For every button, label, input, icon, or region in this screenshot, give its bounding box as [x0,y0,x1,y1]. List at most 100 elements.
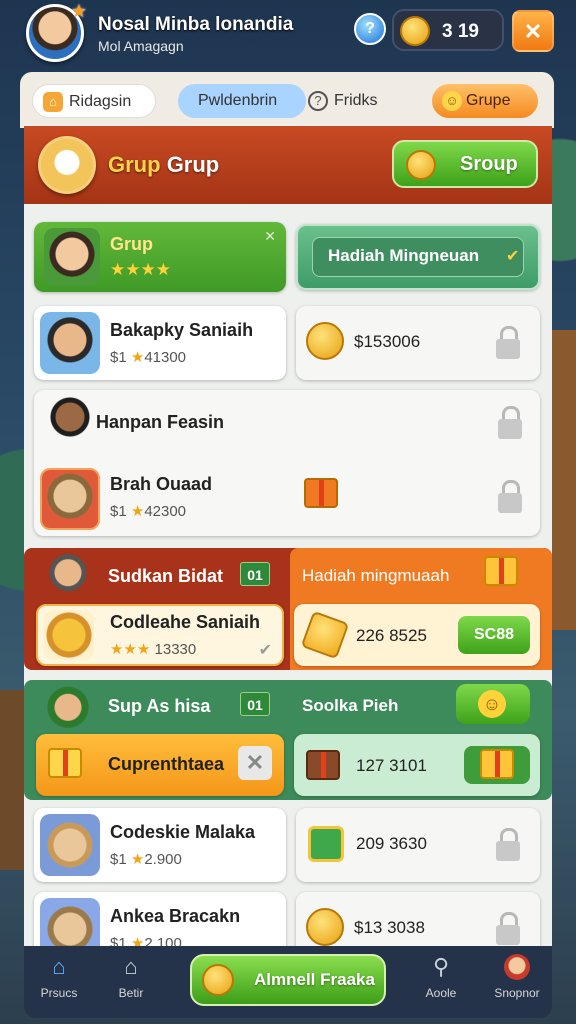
score-prefix: $1 [110,503,131,520]
tab-strip: ⌂ Ridagsin Pwldenbrin ? Fridks ☺ Grupe [20,72,554,128]
avatar [40,468,100,530]
reward-amount: $153006 [354,332,421,351]
tab-fridks[interactable]: ? Fridks [298,84,408,118]
coin-icon [306,322,344,360]
tab-label: Grupe [466,92,511,109]
avatar [48,396,92,446]
reward-amount: 209 3630 [356,834,427,853]
tab-grupe[interactable]: ☺ Grupe [432,84,538,118]
claim-button[interactable]: SC88 [458,616,530,654]
gift-icon [480,749,514,779]
star-icon: ★ [130,851,145,868]
coin-count: 3 19 [442,21,479,42]
star-icon: ★ [130,935,145,946]
settings-button[interactable]: ✕ [512,10,554,52]
player-card[interactable]: Codleahe Saniaih ★★★ 13330 ✔ [36,604,284,666]
leaderboard-panel: Grup Grup Sroup Grup ★★★★ ✕ Hadiah Mingn… [24,124,552,946]
lock-icon [496,828,520,862]
nav-label: Prsucs [40,986,78,1000]
avatar [40,898,100,946]
reward-card[interactable]: $153006 [296,306,540,380]
weekly-reward-label: Hadiah mingmuaah [302,566,450,585]
tab-label: Fridks [334,92,378,109]
top-bar: ★ Nosal Minba lonandia Mol Amagagn ? 3 1… [0,0,576,62]
player-score: $1 ★42300 [110,502,186,520]
coin-counter[interactable]: 3 19 [392,9,504,51]
avatar [44,228,100,286]
player-subtitle: Mol Amagagn [98,38,184,54]
gift-button[interactable] [464,746,530,784]
player-card[interactable]: Cuprenthtaea ✕ [36,734,284,796]
player-score: $1 ★2.900 [110,850,182,868]
player-avatar[interactable]: ★ [26,1,87,62]
reward-amount: $13 3038 [354,918,425,937]
avatar [40,312,100,374]
player-name: Codleahe Saniaih [110,612,261,632]
player-card[interactable]: Codeskie Malaka $1 ★2.900 [34,808,286,882]
rank-badge: 01 [240,692,270,716]
player-name: Sudkan Bidat [108,566,224,586]
gift-icon[interactable] [484,556,518,586]
main-action-button[interactable]: Almnell Fraaka [190,954,386,1006]
group-button[interactable]: Sroup [392,140,538,188]
info-icon: ? [308,91,328,111]
star-icon: ★ [130,503,145,520]
gem-icon[interactable]: ? [354,13,386,45]
lock-icon [496,326,520,360]
star-icon: ★ [70,1,87,21]
emoji-button[interactable]: ☺ [456,684,530,724]
player-group-card[interactable]: Hanpan Feasin Brah Ouaad $1 ★42300 [34,390,540,536]
nav-profile[interactable]: Snopnor [482,954,552,1000]
player-name: Codeskie Malaka [110,822,256,842]
lock-icon [496,912,520,946]
score-value: 2.100 [144,935,182,946]
group-emblem-icon [38,136,96,194]
player-score: $1 ★2.100 [110,934,182,946]
panel-title: Grup Grup [108,152,219,178]
reward-card[interactable]: 209 3630 [296,808,540,882]
player-name: Cuprenthtaea [108,754,225,774]
tab-ridagsin[interactable]: ⌂ Ridagsin [32,84,156,118]
player-name: Ankea Bracakn [110,906,241,926]
tab-pwldenbrin[interactable]: Pwldenbrin [178,84,306,118]
player-name: Bakapky Saniaih [110,320,254,340]
player-name: Brah Ouaad [110,474,213,494]
smiley-icon: ☺ [478,690,506,718]
group-name: Grup [110,234,153,254]
chest-icon [306,750,340,780]
weekly-reward-label: Hadiah Mingneuan [328,246,480,265]
score-value: 42300 [144,503,187,520]
score-prefix: $1 [110,935,131,946]
tools-icon: ✕ [523,19,543,44]
reward-card[interactable]: 226 8525 SC88 [294,604,540,666]
close-icon[interactable]: ✕ [238,746,272,780]
reward-card[interactable]: 127 3101 [294,734,540,796]
badge-icon [300,610,350,660]
score-value: 2.900 [144,851,182,868]
player-score: ★★★ 13330 [110,640,196,658]
player-name: Hanpan Feasin [96,412,225,432]
close-icon[interactable]: ✕ [264,228,276,245]
reward-card[interactable]: $13 3038 [296,892,540,946]
profile-avatar-icon [504,954,530,980]
trophy-icon [44,610,94,660]
score-value: 13330 [154,641,197,658]
weekly-reward-card[interactable]: Hadiah Mingneuan ✔ [296,224,540,290]
group-button-label: Sroup [460,153,518,175]
reward-amount: 226 8525 [356,626,427,645]
player-card[interactable]: Bakapky Saniaih $1 ★41300 [34,306,286,380]
rank-badge: 01 [240,562,270,586]
nav-shop[interactable]: ⌂ Betir [96,954,166,1000]
player-card[interactable]: Ankea Bracakn $1 ★2.100 [34,892,286,946]
nav-home[interactable]: ⌂ Prsucs [24,954,94,1000]
rating-stars: ★★★ [110,641,151,658]
coin-icon [202,964,234,996]
nav-search[interactable]: ⚲ Aoole [406,954,476,1000]
nav-label: Aoole [425,986,457,1000]
gift-icon [48,748,82,778]
house-icon: ⌂ [124,954,138,979]
nav-label: Snopnor [494,986,540,1000]
home-icon: ⌂ [43,92,63,112]
title-part: Grup [166,152,220,177]
group-card[interactable]: Grup ★★★★ ✕ [34,222,286,292]
